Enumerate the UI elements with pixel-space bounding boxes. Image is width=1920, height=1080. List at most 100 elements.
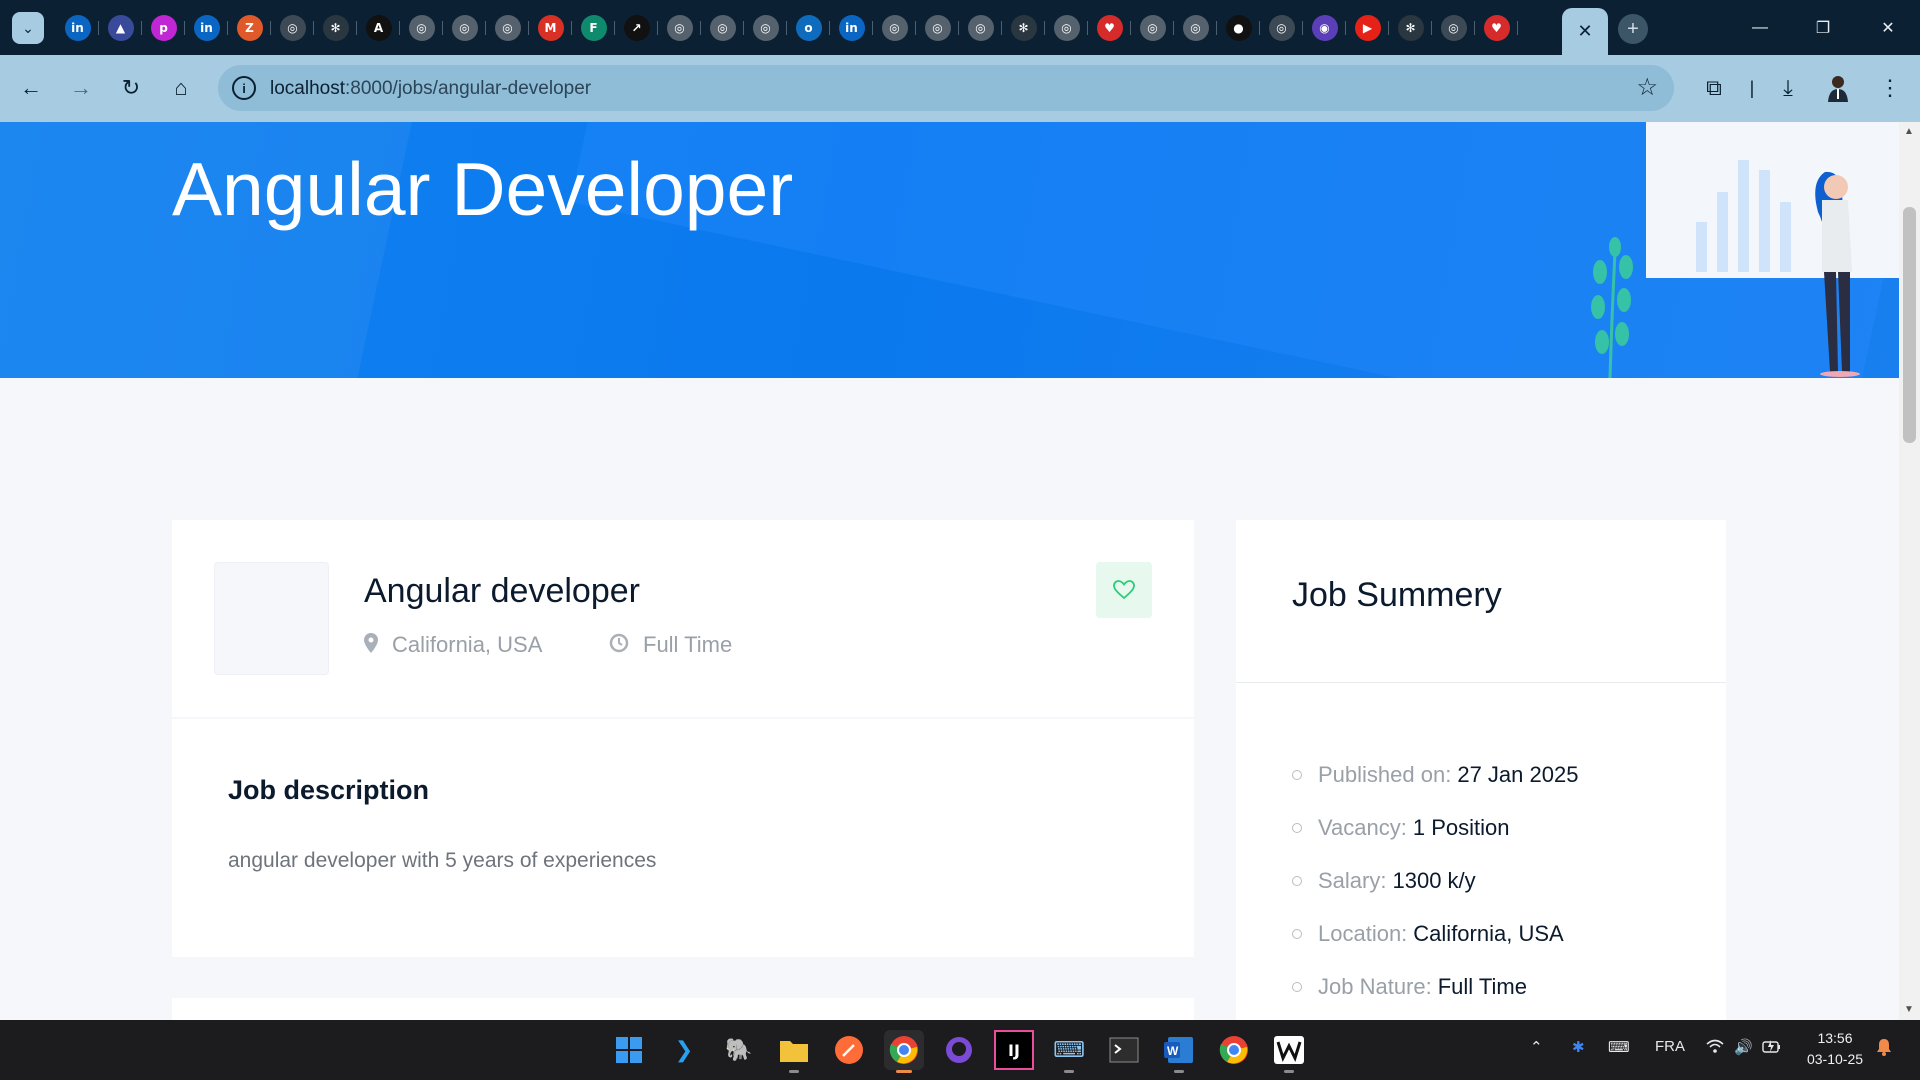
globe-tab-icon: ◎ [451,15,478,41]
profile-avatar[interactable] [1822,72,1854,104]
word-app[interactable]: W [1159,1030,1199,1073]
intellij-app[interactable]: IJ [994,1030,1034,1070]
browser-tab[interactable]: ✻ [314,10,357,46]
postman-app[interactable] [829,1030,869,1070]
browser-tab[interactable]: ↗ [615,10,658,46]
file-explorer-app[interactable] [774,1030,814,1073]
vscode-app[interactable]: ❯ [664,1030,704,1070]
chrome-app[interactable] [884,1030,924,1073]
windows-icon [616,1037,642,1063]
reload-button[interactable]: ↻ [114,71,148,105]
site-info-icon[interactable]: i [232,76,256,100]
browser-tab[interactable]: ◎ [873,10,916,46]
keyboard-app[interactable]: ⌨ [1049,1030,1089,1073]
browser-tab[interactable]: in [56,10,99,46]
job-description-card: Job description angular developer with 5… [172,719,1194,957]
browser-tab[interactable]: ◎ [400,10,443,46]
url-text[interactable]: localhost:8000/jobs/angular-developer [270,78,591,100]
globe-tab-icon: ◎ [709,15,736,41]
browser-tab[interactable]: ◎ [1045,10,1088,46]
minimize-button[interactable]: — [1740,10,1780,46]
address-bar[interactable]: i localhost:8000/jobs/angular-developer … [218,65,1674,111]
clock-time: 13:56 [1817,1030,1853,1046]
page-scrollbar[interactable]: ▲ ▼ [1899,122,1920,1020]
browser-tab[interactable]: p [142,10,185,46]
notification-bell-icon[interactable] [1876,1038,1892,1060]
language-indicator[interactable]: FRA [1655,1038,1685,1055]
bookmark-star-icon[interactable]: ☆ [1636,73,1658,102]
linkedin-tab-icon: in [838,15,865,41]
browser-tab[interactable]: ◎ [744,10,787,46]
browser-tab[interactable]: ♥ [1475,10,1518,46]
start-button[interactable] [609,1030,649,1070]
postgres-app[interactable]: 🐘 [719,1030,759,1070]
browser-tab[interactable]: Z [228,10,271,46]
browser-tab[interactable]: ♥ [1088,10,1131,46]
new-tab-button[interactable]: + [1618,14,1648,44]
browser-tab[interactable]: ▲ [99,10,142,46]
volume-icon[interactable]: 🔊 [1734,1038,1753,1056]
azure-tab-icon: ▲ [107,15,134,41]
browser-tab-strip: ⌄ in ▲ p in Z ◎ ✻ A ◎ ◎ ◎ M F ↗ ◎ ◎ ◎ o in ◎ ◎ ◎ ✻ ◎ ♥ ◎ ◎ ● ◎ ◉ ▶ ✻ ◎ ♥ … [0,0,1920,55]
keyboard-tray-icon[interactable]: ⌨ [1608,1038,1630,1056]
extensions-icon[interactable]: ⧉ [1698,72,1730,104]
browser-tab[interactable]: ◉ [1303,10,1346,46]
active-tab[interactable]: ✕ [1562,8,1608,55]
word-icon: W [1164,1037,1193,1063]
browser-menu-icon[interactable]: ⋮ [1874,72,1906,104]
anthropic-tab-icon: A [365,15,392,41]
bluetooth-icon[interactable]: ✱ [1572,1038,1585,1056]
arrow-right-icon: → [70,75,92,100]
browser-tab[interactable]: ◎ [1131,10,1174,46]
browser-tab[interactable]: ▶ [1346,10,1389,46]
scrollbar-thumb[interactable] [1903,207,1916,443]
chrome-app-2[interactable] [1214,1030,1254,1070]
browser-tab[interactable]: in [830,10,873,46]
browser-tab[interactable]: A [357,10,400,46]
system-clock[interactable]: 13:56 03-10-25 [1800,1028,1870,1070]
browser-tab[interactable]: ◎ [443,10,486,46]
globe-tab-icon: ◎ [924,15,951,41]
github-icon [946,1037,972,1063]
chevron-down-icon: ⌄ [22,19,34,36]
terminal-app[interactable] [1104,1030,1144,1070]
github-desktop-app[interactable] [939,1030,979,1070]
scroll-up-arrow[interactable]: ▲ [1904,126,1914,137]
browser-tab[interactable]: ◎ [658,10,701,46]
browser-tab[interactable]: ◎ [486,10,529,46]
browser-tab[interactable]: ◎ [1174,10,1217,46]
heart-tab-icon: ♥ [1096,15,1123,41]
scroll-down-arrow[interactable]: ▼ [1904,1004,1914,1015]
battery-icon[interactable] [1762,1038,1782,1058]
tray-overflow-icon[interactable]: ⌃ [1530,1038,1543,1056]
browser-tab[interactable]: ◎ [1432,10,1475,46]
github-tab-icon: ● [1225,15,1252,41]
globe-tab-icon: ◎ [1182,15,1209,41]
browser-tab[interactable]: ◎ [916,10,959,46]
wifi-icon[interactable] [1706,1038,1724,1058]
home-button[interactable]: ⌂ [164,71,198,105]
browser-tab[interactable]: ✻ [1002,10,1045,46]
browser-tab[interactable]: o [787,10,830,46]
globe-tab-icon: ◎ [881,15,908,41]
browser-tab[interactable]: ◎ [1260,10,1303,46]
browser-tab[interactable]: ◎ [701,10,744,46]
tab-search-button[interactable]: ⌄ [12,12,44,44]
browser-tab[interactable]: in [185,10,228,46]
chatgpt-tab-icon: ✻ [1397,15,1424,41]
gmail-tab-icon: M [537,15,564,41]
download-icon[interactable]: ⤓ [1772,72,1804,104]
browser-tab[interactable]: M [529,10,572,46]
browser-tab[interactable]: F [572,10,615,46]
close-window-button[interactable]: ✕ [1868,10,1908,46]
close-tab-icon[interactable]: ✕ [1577,21,1592,42]
wps-app[interactable] [1269,1030,1309,1073]
browser-tab[interactable]: ● [1217,10,1260,46]
restore-button[interactable]: ❐ [1803,10,1843,46]
browser-tab[interactable]: ◎ [959,10,1002,46]
browser-tab[interactable]: ✻ [1389,10,1432,46]
browser-tab[interactable]: ◎ [271,10,314,46]
back-button[interactable]: ← [14,71,48,105]
favorite-button[interactable] [1096,562,1152,618]
forward-button[interactable]: → [64,71,98,105]
